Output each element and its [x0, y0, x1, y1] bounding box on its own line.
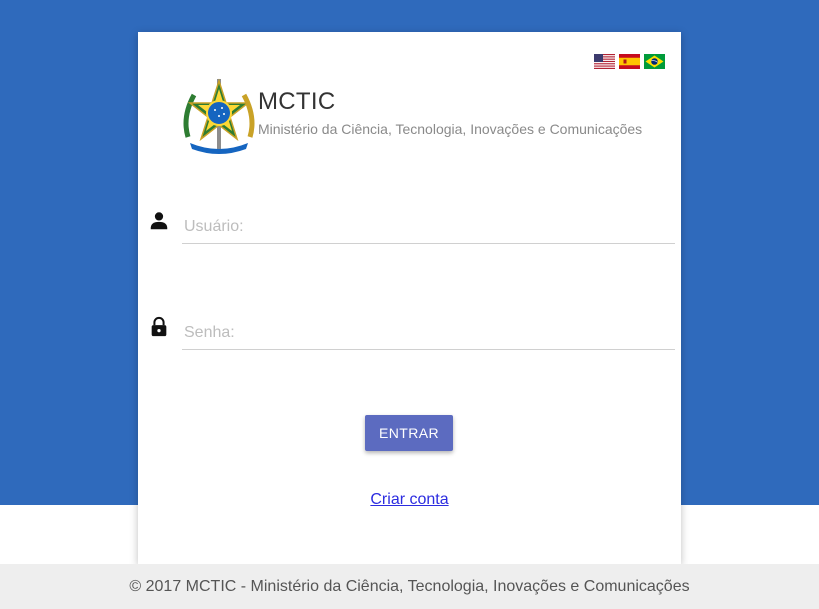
lock-icon	[151, 316, 167, 337]
us-flag-icon[interactable]	[594, 54, 615, 69]
footer-copyright: © 2017 MCTIC - Ministério da Ciência, Te…	[129, 578, 690, 595]
app-subtitle: Ministério da Ciência, Tecnologia, Inova…	[258, 121, 643, 137]
password-input[interactable]	[182, 316, 675, 350]
app-title: MCTIC	[258, 88, 336, 115]
spain-flag-icon[interactable]	[619, 54, 640, 69]
username-input[interactable]	[182, 210, 675, 244]
brazil-flag-icon[interactable]	[644, 54, 665, 69]
enter-button[interactable]: ENTRAR	[365, 415, 453, 451]
login-card: MCTIC Ministério da Ciência, Tecnologia,…	[138, 32, 681, 564]
username-field	[148, 210, 675, 250]
person-icon	[150, 212, 168, 230]
footer: © 2017 MCTIC - Ministério da Ciência, Te…	[0, 564, 819, 609]
password-field	[148, 316, 675, 356]
brand-header: MCTIC Ministério da Ciência, Tecnologia,…	[180, 77, 660, 157]
create-account-container: Criar conta	[138, 491, 681, 509]
language-selector	[594, 54, 665, 69]
create-account-link[interactable]: Criar conta	[370, 491, 448, 508]
brazil-coat-of-arms-icon	[183, 78, 255, 154]
